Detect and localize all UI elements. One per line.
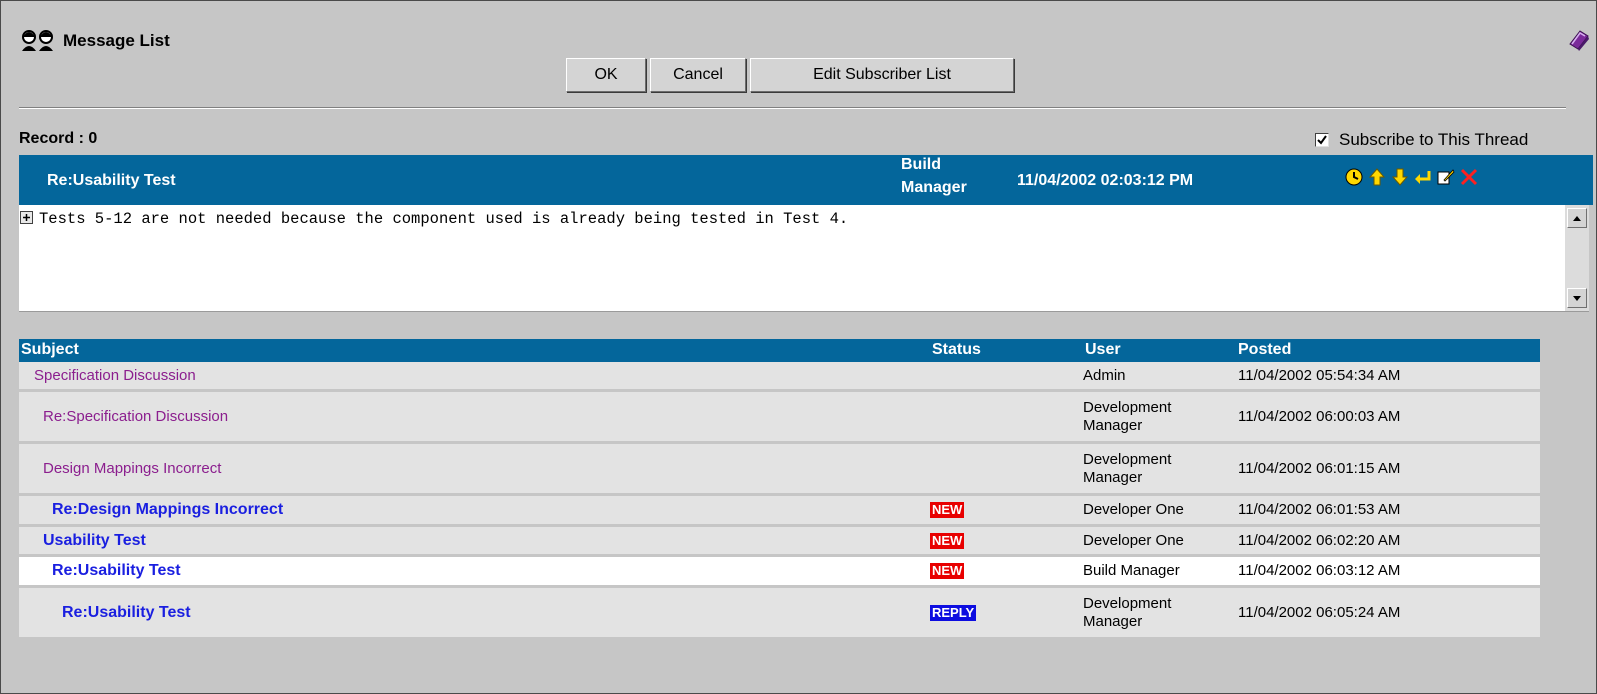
row-user: Developer One bbox=[1083, 531, 1184, 549]
row-user: Development Manager bbox=[1083, 399, 1203, 435]
message-posted: 11/04/2002 02:03:12 PM bbox=[1017, 172, 1194, 189]
status-badge: REPLY bbox=[930, 604, 977, 621]
row-status: NEW bbox=[930, 562, 965, 580]
message-body[interactable]: Tests 5-12 are not needed because the co… bbox=[19, 205, 1589, 312]
triangle-down-icon bbox=[1573, 295, 1581, 301]
edit-icon[interactable] bbox=[1437, 168, 1455, 186]
message-user-line1: Build bbox=[901, 156, 941, 173]
column-status[interactable]: Status bbox=[932, 341, 981, 359]
scroll-up-button[interactable] bbox=[1567, 208, 1587, 228]
row-user: Admin bbox=[1083, 366, 1126, 384]
row-posted: 11/04/2002 05:54:34 AM bbox=[1238, 366, 1401, 384]
table-row[interactable]: Re:Design Mappings Incorrect NEW Develop… bbox=[19, 496, 1540, 527]
table-row[interactable]: Usability Test NEW Developer One 11/04/2… bbox=[19, 527, 1540, 557]
row-user-line1: Development bbox=[1083, 594, 1172, 612]
ok-button[interactable]: OK bbox=[566, 58, 646, 92]
column-posted[interactable]: Posted bbox=[1238, 341, 1291, 359]
row-subject[interactable]: Re:Design Mappings Incorrect bbox=[52, 501, 283, 519]
table-row[interactable]: Re:Usability Test REPLY Development Manag… bbox=[19, 588, 1540, 640]
arrow-down-icon[interactable] bbox=[1391, 168, 1409, 186]
table-row[interactable]: Re:Specification Discussion Development M… bbox=[19, 392, 1540, 444]
row-user-line1: Development bbox=[1083, 398, 1172, 416]
subscribe-label: Subscribe to This Thread bbox=[1339, 130, 1529, 149]
row-posted: 11/04/2002 06:00:03 AM bbox=[1238, 407, 1401, 425]
row-posted: 11/04/2002 06:01:53 AM bbox=[1238, 501, 1401, 518]
row-status: REPLY bbox=[930, 604, 977, 622]
row-subject[interactable]: Usability Test bbox=[43, 532, 146, 550]
row-subject[interactable]: Re:Specification Discussion bbox=[43, 408, 228, 426]
table-header: Subject Status User Posted bbox=[19, 339, 1540, 362]
table-row[interactable]: Specification Discussion Admin 11/04/200… bbox=[19, 362, 1540, 392]
row-subject[interactable]: Specification Discussion bbox=[34, 367, 196, 385]
status-badge: NEW bbox=[930, 532, 965, 549]
message-scrollbar[interactable] bbox=[1565, 205, 1589, 311]
divider bbox=[19, 107, 1566, 109]
row-posted: 11/04/2002 06:03:12 AM bbox=[1238, 562, 1401, 579]
window-title: Message List bbox=[63, 31, 170, 50]
row-user: Developer One bbox=[1083, 501, 1184, 518]
clock-icon[interactable] bbox=[1345, 168, 1363, 186]
scroll-down-button[interactable] bbox=[1567, 288, 1587, 308]
column-user[interactable]: User bbox=[1085, 341, 1121, 359]
row-user-line2: Manager bbox=[1083, 612, 1143, 630]
row-subject[interactable]: Re:Usability Test bbox=[62, 604, 191, 622]
triangle-up-icon bbox=[1573, 215, 1581, 221]
message-user-line2: Manager bbox=[901, 179, 967, 196]
column-subject[interactable]: Subject bbox=[21, 341, 79, 359]
help-book-icon[interactable] bbox=[1566, 28, 1592, 52]
row-user-line2: Manager bbox=[1083, 416, 1143, 434]
row-subject[interactable]: Design Mappings Incorrect bbox=[43, 460, 221, 478]
table-row-selected[interactable]: Re:Usability Test NEW Build Manager 11/0… bbox=[19, 557, 1540, 588]
arrow-up-icon[interactable] bbox=[1368, 168, 1386, 186]
table-row[interactable]: Design Mappings Incorrect Development Man… bbox=[19, 444, 1540, 496]
row-user: Development Manager bbox=[1083, 595, 1203, 631]
message-list-window: Message List OK Cancel Edit Subscriber L… bbox=[0, 0, 1597, 694]
message-subject: Re:Usability Test bbox=[47, 172, 176, 189]
status-badge: NEW bbox=[930, 502, 965, 518]
checkmark-icon bbox=[1317, 135, 1327, 145]
message-text: Tests 5-12 are not needed because the co… bbox=[39, 210, 849, 228]
row-posted: 11/04/2002 06:01:15 AM bbox=[1238, 459, 1401, 477]
status-badge: NEW bbox=[930, 563, 965, 579]
title-bar: Message List bbox=[19, 29, 170, 53]
message-toolbar bbox=[1345, 168, 1478, 186]
row-status: NEW bbox=[930, 532, 965, 550]
expand-icon[interactable] bbox=[20, 211, 33, 224]
row-subject[interactable]: Re:Usability Test bbox=[52, 562, 181, 580]
button-row: OK Cancel Edit Subscriber List bbox=[566, 58, 1014, 92]
edit-subscriber-list-button[interactable]: Edit Subscriber List bbox=[750, 58, 1014, 92]
cancel-button[interactable]: Cancel bbox=[650, 58, 746, 92]
subscribe-toggle[interactable]: Subscribe to This Thread bbox=[1315, 130, 1528, 150]
reply-icon[interactable] bbox=[1414, 168, 1432, 186]
subscribe-checkbox[interactable] bbox=[1315, 133, 1329, 147]
message-table: Subject Status User Posted Specification… bbox=[19, 339, 1540, 640]
row-user-line1: Development bbox=[1083, 450, 1172, 468]
row-user: Build Manager bbox=[1083, 562, 1180, 579]
record-counter: Record : 0 bbox=[19, 130, 98, 147]
row-posted: 11/04/2002 06:05:24 AM bbox=[1238, 603, 1401, 621]
delete-icon[interactable] bbox=[1460, 168, 1478, 186]
message-user: Build Manager bbox=[901, 155, 991, 197]
people-icon bbox=[22, 30, 53, 51]
row-posted: 11/04/2002 06:02:20 AM bbox=[1238, 531, 1401, 549]
message-header: Re:Usability Test Build Manager 11/04/20… bbox=[19, 155, 1593, 205]
row-status: NEW bbox=[930, 501, 965, 519]
row-user: Development Manager bbox=[1083, 451, 1203, 487]
row-user-line2: Manager bbox=[1083, 468, 1143, 486]
